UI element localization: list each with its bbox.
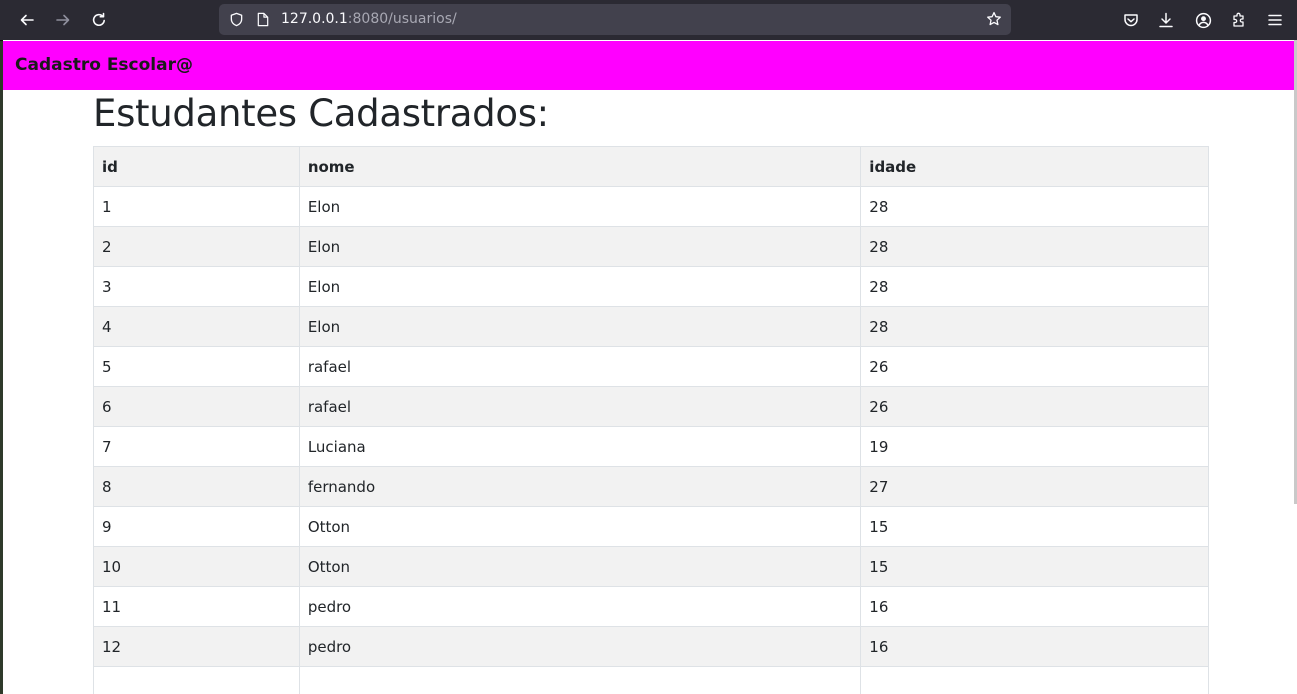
table-row: 12 pedro 16 (93, 626, 1209, 667)
bookmark-star-icon[interactable] (985, 10, 1003, 28)
cell-idade: 16 (860, 626, 1209, 667)
table-row-partial (93, 666, 1209, 694)
cell-nome: Otton (298, 506, 862, 547)
cell-id: 2 (93, 226, 300, 267)
cell-nome: Luciana (298, 426, 862, 467)
cell-id: 10 (93, 546, 300, 587)
cell-nome: Otton (298, 546, 862, 587)
table-row: 2 Elon 28 (93, 226, 1209, 267)
arrow-left-icon (20, 14, 34, 26)
reload-button[interactable] (85, 6, 113, 34)
url-host: 127.0.0.1 (281, 11, 348, 27)
reload-icon (92, 12, 105, 27)
account-icon (1195, 12, 1211, 28)
cell-nome: rafael (298, 346, 862, 387)
cell-nome: rafael (298, 386, 862, 427)
browser-toolbar: 127.0.0.1:8080/usuarios/ (0, 0, 1297, 41)
puzzle-icon (1233, 12, 1244, 27)
arrow-right-icon (56, 14, 70, 26)
cell-nome: Elon (298, 266, 862, 307)
cell-idade: 28 (860, 226, 1209, 267)
cell-id: 1 (93, 186, 300, 227)
cell-id: 8 (93, 466, 300, 507)
url-text[interactable]: 127.0.0.1:8080/usuarios/ (281, 11, 457, 27)
cell-idade: 28 (860, 186, 1209, 227)
forward-button[interactable] (49, 6, 77, 34)
back-button[interactable] (13, 6, 41, 34)
cell-idade: 19 (860, 426, 1209, 467)
cell-idade: 27 (860, 466, 1209, 507)
page-icon[interactable] (254, 10, 272, 28)
table-row: 9 Otton 15 (93, 506, 1209, 547)
column-header-idade: idade (860, 146, 1209, 187)
cell-nome: pedro (298, 626, 862, 667)
cell-id: 11 (93, 586, 300, 627)
shield-icon[interactable] (227, 10, 245, 28)
pocket-icon (1124, 14, 1138, 27)
cell-id: 4 (93, 306, 300, 347)
cell-idade: 28 (860, 306, 1209, 347)
cell-idade: 16 (860, 586, 1209, 627)
cell-id: 12 (93, 626, 300, 667)
table-row: 11 pedro 16 (93, 586, 1209, 627)
table-row: 5 rafael 26 (93, 346, 1209, 387)
students-table: id nome idade 1 Elon 28 2 Elon 28 3 Elon 28 4E… (93, 146, 1209, 694)
cell-idade: 15 (860, 546, 1209, 587)
site-navbar: Cadastro Escolar@ (3, 41, 1297, 90)
cell-id: 3 (93, 266, 300, 307)
cell-id: 9 (93, 506, 300, 547)
cell-idade: 15 (860, 506, 1209, 547)
page-viewport: Cadastro Escolar@ Estudantes Cadastrados… (3, 40, 1297, 694)
address-bar[interactable]: 127.0.0.1:8080/usuarios/ (219, 4, 1011, 35)
column-header-id: id (93, 146, 300, 187)
cell-nome: pedro (298, 586, 862, 627)
table-row: 7 Luciana 19 (93, 426, 1209, 467)
cell-idade: 28 (860, 266, 1209, 307)
cell-id: 5 (93, 346, 300, 387)
cell-nome: Elon (298, 186, 862, 227)
table-row: 8 fernando 27 (93, 466, 1209, 507)
cell-idade: 26 (860, 346, 1209, 387)
column-header-nome: nome (298, 146, 862, 187)
navbar-brand[interactable]: Cadastro Escolar@ (15, 55, 193, 75)
table-row: 6 rafael 26 (93, 386, 1209, 427)
download-icon (1159, 12, 1173, 28)
table-row: 10 Otton 15 (93, 546, 1209, 587)
cell-id: 6 (93, 386, 300, 427)
cell-nome: Elon (298, 226, 862, 267)
account-button[interactable] (1189, 6, 1217, 34)
cell-nome: fernando (298, 466, 862, 507)
app-menu-button[interactable] (1261, 6, 1289, 34)
url-path: :8080/usuarios/ (347, 11, 457, 27)
table-row: 3 Elon 28 (93, 266, 1209, 307)
page-title: Estudantes Cadastrados: (93, 92, 549, 135)
extensions-button[interactable] (1225, 6, 1253, 34)
cell-idade: 26 (860, 386, 1209, 427)
cell-id: 7 (93, 426, 300, 467)
table-row: 4 Elon 28 (93, 306, 1209, 347)
table-row: 1 Elon 28 (93, 186, 1209, 227)
hamburger-menu-icon (1268, 14, 1282, 26)
downloads-button[interactable] (1152, 6, 1180, 34)
table-header-row: id nome idade (93, 146, 1209, 187)
cell-nome: Elon (298, 306, 862, 347)
pocket-button[interactable] (1117, 6, 1145, 34)
